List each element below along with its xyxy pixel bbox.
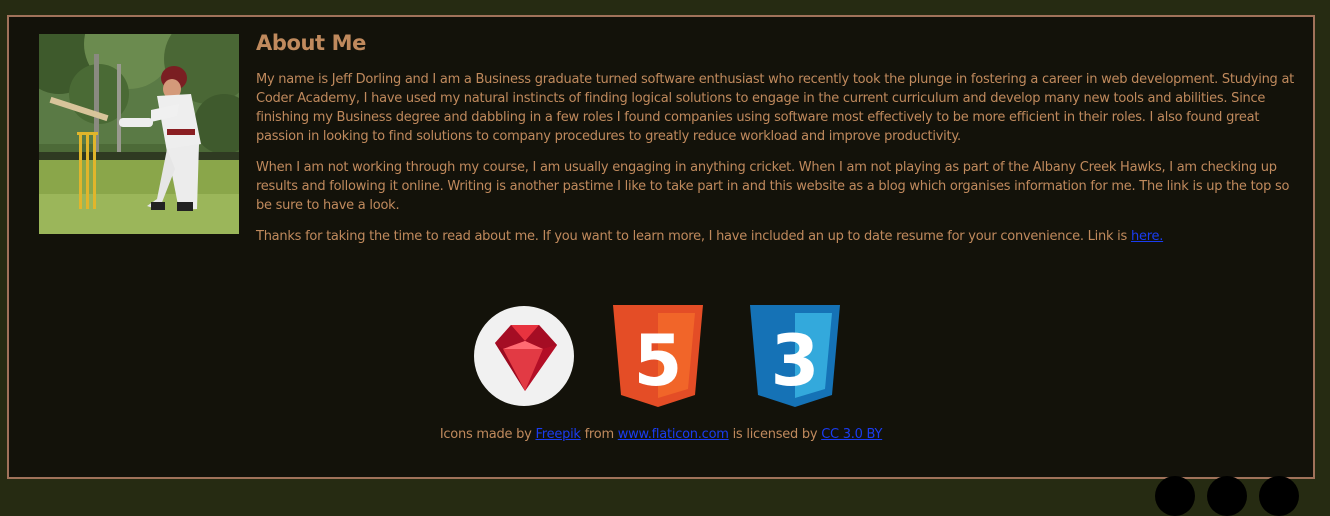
html5-icon: 5 — [613, 305, 703, 407]
profile-photo-cricket — [39, 34, 239, 234]
about-panel: About Me My name is Jeff Dorling and I a… — [7, 15, 1315, 479]
icon-credits: Icons made by Freepik from www.flaticon.… — [9, 427, 1313, 442]
resume-link[interactable]: here. — [1131, 229, 1163, 244]
about-paragraph-intro: My name is Jeff Dorling and I am a Busin… — [256, 72, 1295, 144]
social-button-2[interactable] — [1207, 476, 1247, 516]
credits-license-text: is licensed by — [728, 427, 822, 442]
tech-icons: 5 3 — [9, 305, 1313, 407]
resume-text: Thanks for taking the time to read about… — [256, 229, 1131, 244]
license-link[interactable]: CC 3.0 BY — [821, 427, 882, 442]
credits-from: from — [580, 427, 618, 442]
credits-prefix: Icons made by — [439, 427, 536, 442]
html5-number: 5 — [634, 320, 683, 402]
social-button-3[interactable] — [1259, 476, 1299, 516]
about-content: About Me My name is Jeff Dorling and I a… — [256, 31, 1296, 258]
css3-icon: 3 — [750, 305, 840, 407]
freepik-link[interactable]: Freepik — [535, 427, 580, 442]
ruby-icon — [474, 306, 574, 406]
css3-number: 3 — [771, 320, 820, 402]
social-button-1[interactable] — [1155, 476, 1195, 516]
about-title: About Me — [256, 31, 366, 55]
about-paragraph-hobbies: When I am not working through my course,… — [256, 160, 1290, 213]
about-paragraph-resume: Thanks for taking the time to read about… — [256, 227, 1296, 246]
flaticon-link[interactable]: www.flaticon.com — [618, 427, 729, 442]
